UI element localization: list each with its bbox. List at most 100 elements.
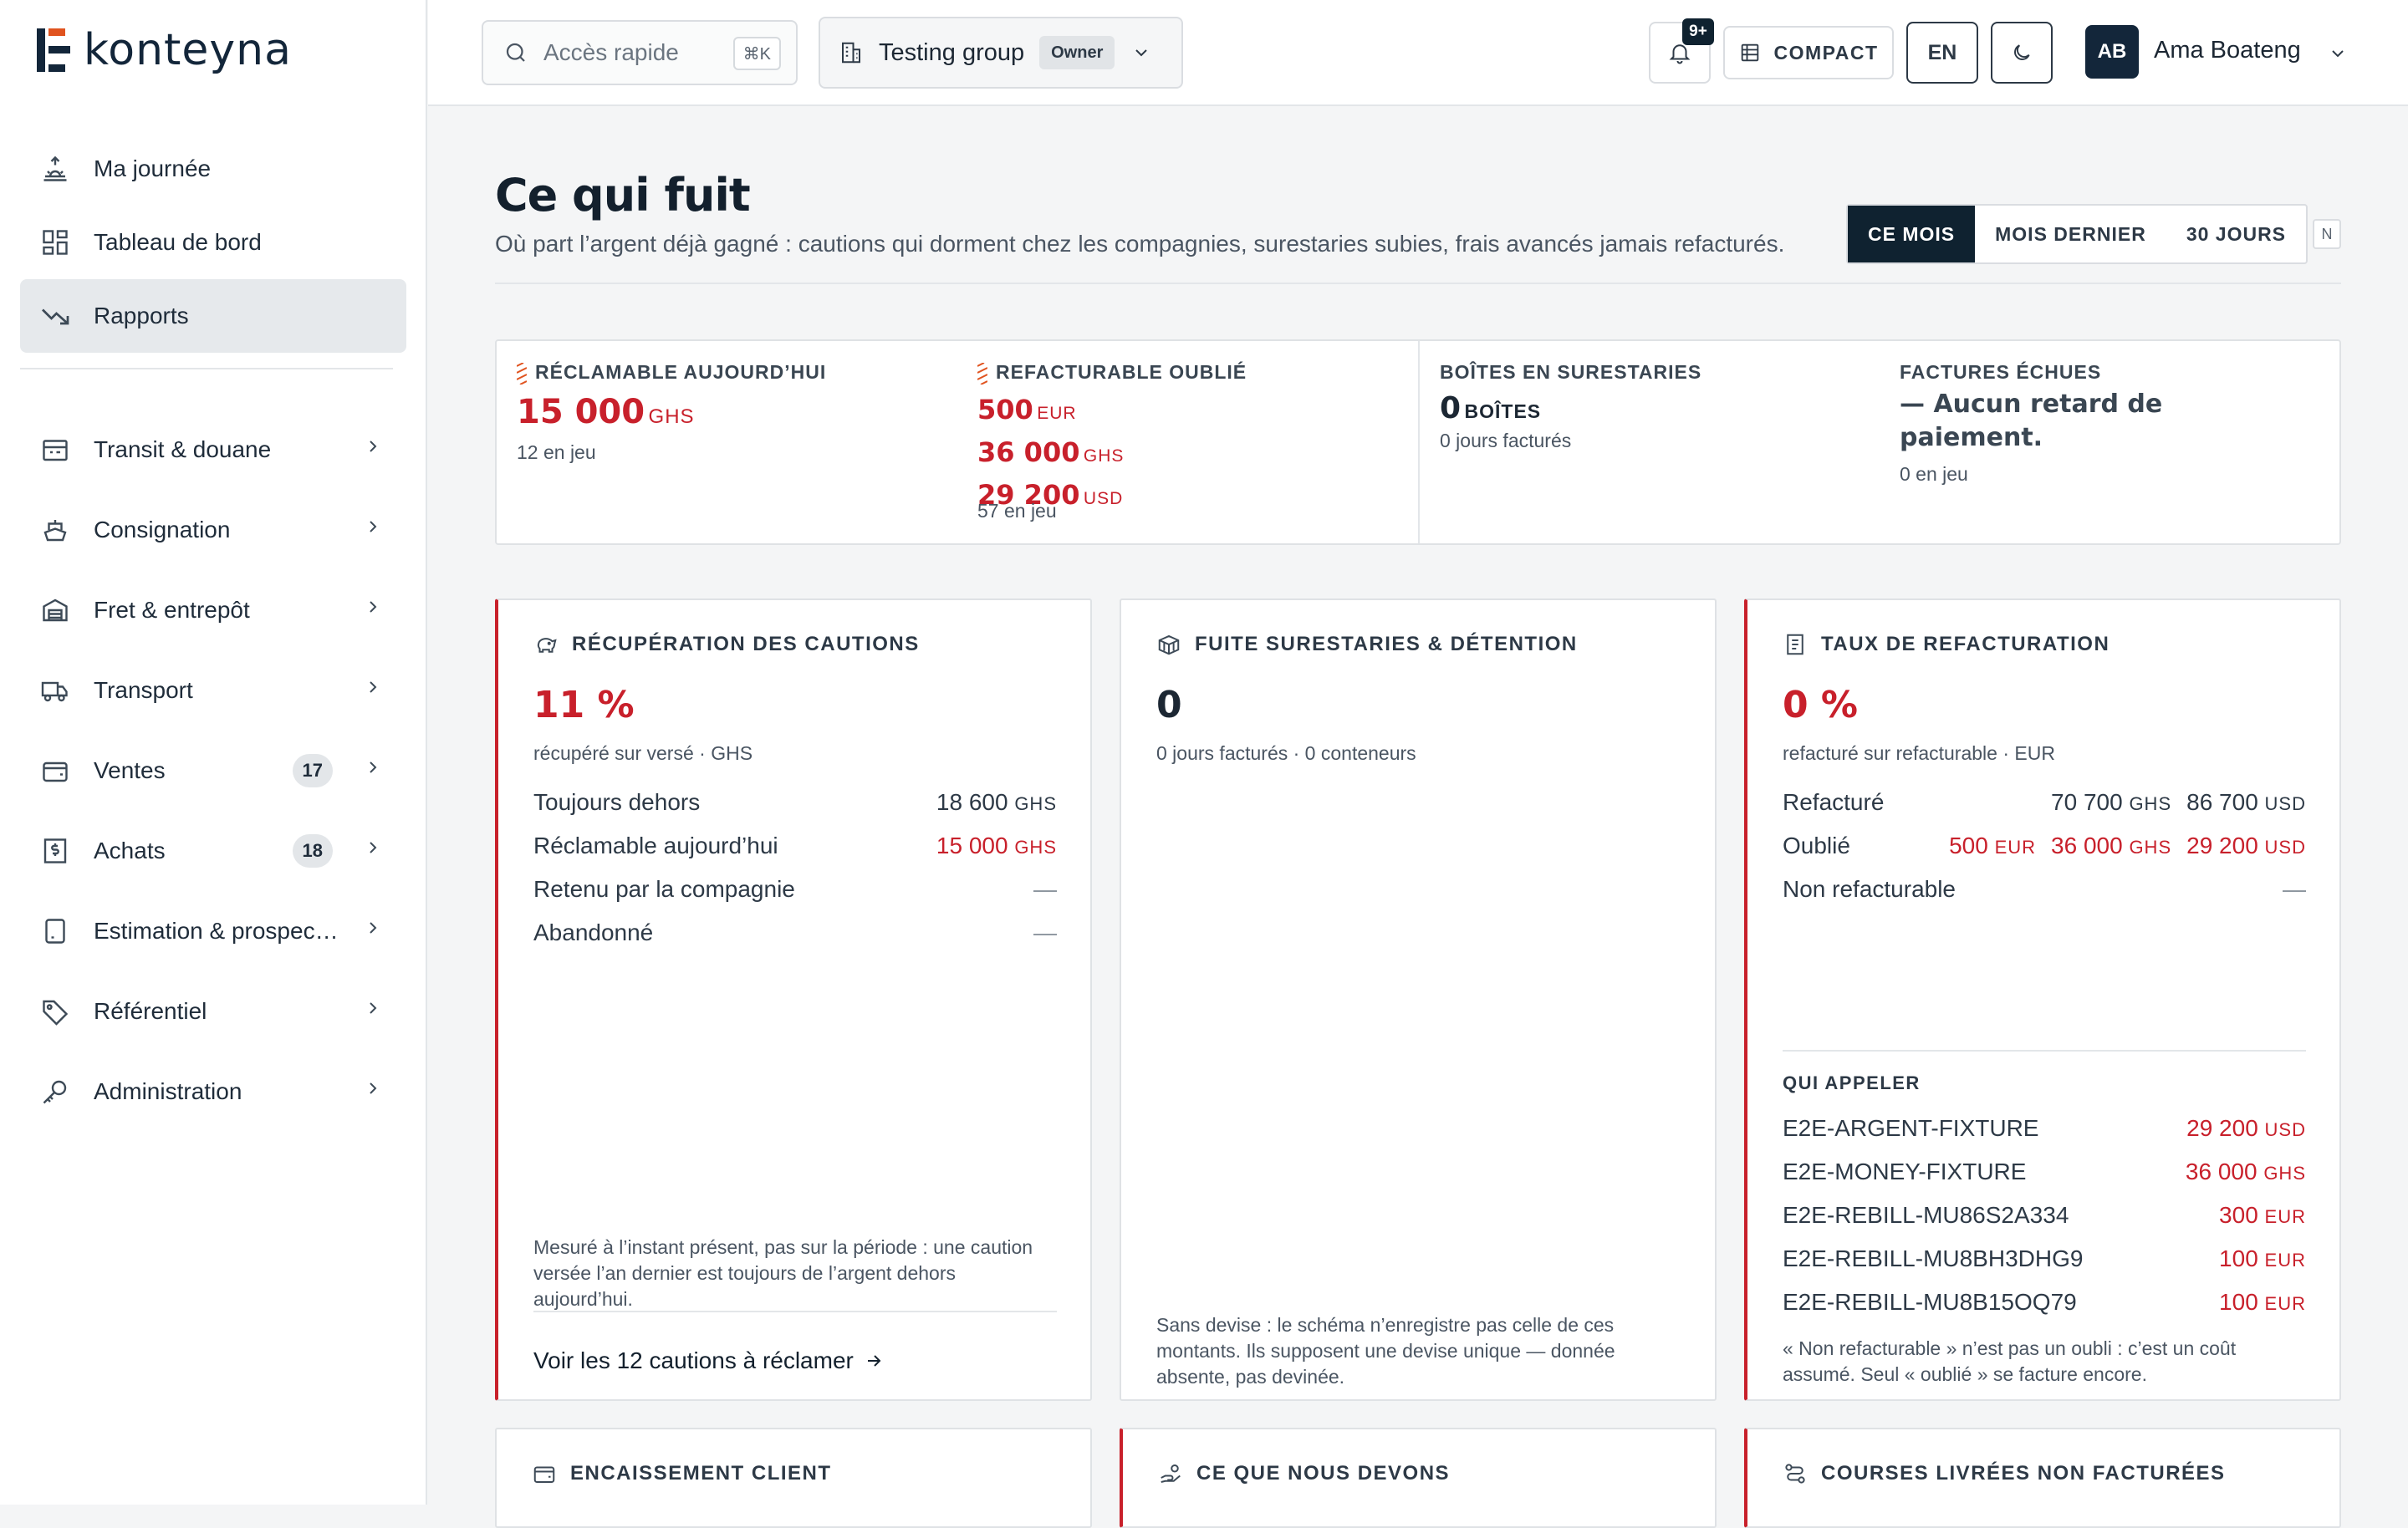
metric-unit: GHS: [2263, 1163, 2306, 1184]
chevron-right-icon: [370, 761, 377, 773]
sidebar-item-transit-douane[interactable]: Transit & douane: [20, 410, 406, 490]
user-name[interactable]: Ama Boateng: [2154, 37, 2301, 64]
chevron-right-icon: [370, 1002, 377, 1014]
sidebar-item-label: Estimation & prospec…: [94, 918, 339, 944]
count-badge: 17: [292, 754, 333, 787]
notifications-button[interactable]: 9+: [1649, 18, 1714, 84]
metric-value: 18 600 GHS: [936, 789, 1057, 816]
metric-amount: 300: [2219, 1202, 2258, 1228]
sidebar-item-label: Référentiel: [94, 998, 207, 1024]
receipt-dollar-icon: [43, 838, 67, 863]
sidebar-item-consignation[interactable]: Consignation: [20, 490, 406, 570]
sidebar-item-referentiel[interactable]: Référentiel: [20, 971, 406, 1052]
page-title: Ce qui fuit: [495, 169, 751, 222]
sidebar-item-estimation[interactable]: Estimation & prospec…: [20, 891, 406, 971]
sidebar-item-achats[interactable]: Achats 18: [20, 811, 406, 891]
card-footnote-text: « Non refacturable » n’est pas un oubli …: [1783, 1337, 2237, 1385]
metric-amount: 36 000: [2185, 1159, 2258, 1184]
sunrise-icon: [43, 155, 67, 181]
theme-toggle-button[interactable]: [1991, 22, 2053, 84]
metric-row: Réclamable aujourd’hui 15 000 GHS: [533, 829, 1057, 863]
card-title: COURSES LIVRÉES NON FACTURÉES: [1783, 1461, 2226, 1486]
calculator-icon: [45, 919, 65, 944]
card-title-text: RÉCUPÉRATION DES CAUTIONS: [572, 633, 920, 655]
wallet-icon: [43, 761, 68, 782]
konteyna-logo[interactable]: konteyna: [37, 25, 292, 75]
card-title-text: FUITE SURESTARIES & DÉTENTION: [1195, 633, 1578, 655]
sidebar-item-label: Fret & entrepôt: [94, 597, 250, 623]
period-30-days[interactable]: 30 JOURS: [2166, 206, 2306, 262]
kpi-boites[interactable]: BOÎTES EN SURESTARIES 0 BOÎTES 0 jours f…: [1420, 341, 1880, 543]
card-value: 0 %: [1783, 684, 1859, 726]
wallet-icon: [533, 1466, 555, 1483]
search-icon: [506, 43, 525, 62]
sidebar-item-administration[interactable]: Administration: [20, 1052, 406, 1132]
trending-down-icon: [42, 308, 69, 325]
kpi-reclamable[interactable]: RÉCLAMABLE AUJOURD’HUI 15 000 GHS 12 en …: [497, 341, 957, 543]
invoice-icon: [1787, 634, 1803, 655]
sidebar-item-ventes[interactable]: Ventes 17: [20, 731, 406, 811]
nav-primary: Ma journée Tableau de bord Rapports: [20, 132, 406, 353]
kpi-label: REFACTURABLE OUBLIÉ: [996, 361, 1247, 383]
client-row[interactable]: E2E-REBILL-MU8B15OQ79 100 EUR: [1783, 1286, 2306, 1319]
kpi-unit: USD: [1083, 489, 1124, 508]
logo-text: konteyna: [84, 25, 293, 75]
compact-toggle-button[interactable]: COMPACT: [1723, 26, 1894, 79]
view-cautions-link[interactable]: Voir les 12 cautions à réclamer: [533, 1347, 884, 1374]
kpi-refacturable[interactable]: REFACTURABLE OUBLIÉ 500 EUR 36 000 GHS 2…: [957, 341, 1417, 543]
kpi-amount: 36 000: [977, 436, 1080, 468]
period-this-month[interactable]: CE MOIS: [1848, 206, 1976, 262]
sidebar-item-tableau-de-bord[interactable]: Tableau de bord: [20, 206, 406, 279]
sidebar-item-fret-entrepot[interactable]: Fret & entrepôt: [20, 570, 406, 650]
sidebar-item-label: Consignation: [94, 517, 231, 542]
client-row[interactable]: E2E-REBILL-MU8BH3DHG9 100 EUR: [1783, 1242, 2306, 1276]
kpi-factures[interactable]: FACTURES ÉCHUES — Aucun retard de paieme…: [1880, 341, 2339, 543]
client-row[interactable]: E2E-REBILL-MU86S2A334 300 EUR: [1783, 1199, 2306, 1232]
metric-amount: 86 700: [2186, 789, 2258, 815]
client-name: E2E-MONEY-FIXTURE: [1783, 1159, 2027, 1184]
metric-amount: 70 700: [2051, 789, 2123, 815]
card-divider: [533, 1311, 1057, 1312]
group-selector[interactable]: Testing group Owner: [819, 17, 1183, 89]
quick-access-search[interactable]: Accès rapide ⌘K: [482, 20, 798, 85]
metric-amount: 29 200: [2186, 1115, 2258, 1141]
card-title: FUITE SURESTARIES & DÉTENTION: [1156, 632, 1578, 657]
metric-label: Refacturé: [1783, 789, 1885, 815]
route-icon: [1785, 1464, 1805, 1484]
metric-label: Retenu par la compagnie: [533, 876, 795, 902]
kpi-note: 0 jours facturés: [1440, 430, 1572, 451]
metric-amount: —: [2283, 876, 2306, 902]
ship-icon: [43, 520, 67, 542]
kpi-label: BOÎTES EN SURESTARIES: [1440, 361, 1702, 383]
card-courses-non-facturees: COURSES LIVRÉES NON FACTURÉES: [1744, 1428, 2341, 1528]
chevron-down-icon[interactable]: [2328, 43, 2348, 64]
card-title: CE QUE NOUS DEVONS: [1158, 1461, 1450, 1486]
metric-values: 70 700 GHS 86 700 USD: [2051, 789, 2306, 816]
period-last-month[interactable]: MOIS DERNIER: [1975, 206, 2166, 262]
building-icon: [842, 42, 860, 64]
container-box-icon: [1158, 634, 1180, 655]
metric-amount: —: [1033, 919, 1057, 945]
sidebar-item-ma-journee[interactable]: Ma journée: [20, 132, 406, 206]
cta-label: Voir les 12 cautions à réclamer: [533, 1347, 854, 1373]
notification-count-badge: 9+: [1682, 18, 1714, 45]
client-row[interactable]: E2E-ARGENT-FIXTURE 29 200 USD: [1783, 1112, 2306, 1145]
kpi-amount: 500: [977, 394, 1033, 425]
language-button[interactable]: EN: [1906, 22, 1978, 84]
metric-unit: USD: [2264, 793, 2306, 814]
sidebar-item-transport[interactable]: Transport: [20, 650, 406, 731]
kpi-note: 0 en jeu: [1900, 463, 1968, 485]
metric-unit: GHS: [1014, 837, 1057, 858]
warehouse-icon: [43, 598, 68, 622]
client-row[interactable]: E2E-MONEY-FIXTURE 36 000 GHS: [1783, 1155, 2306, 1189]
metric-label: Abandonné: [533, 919, 654, 945]
count-badge: 18: [292, 834, 333, 868]
metric-unit: USD: [2264, 837, 2306, 858]
client-name: E2E-ARGENT-FIXTURE: [1783, 1115, 2039, 1141]
sidebar-item-rapports[interactable]: Rapports: [20, 279, 406, 353]
kpi-amount: 15 000: [517, 393, 645, 431]
metric-unit: USD: [2264, 1119, 2306, 1140]
period-more-button[interactable]: N: [2313, 219, 2341, 249]
avatar[interactable]: AB: [2085, 25, 2139, 79]
period-selector: CE MOIS MOIS DERNIER 30 JOURS: [1846, 204, 2309, 264]
